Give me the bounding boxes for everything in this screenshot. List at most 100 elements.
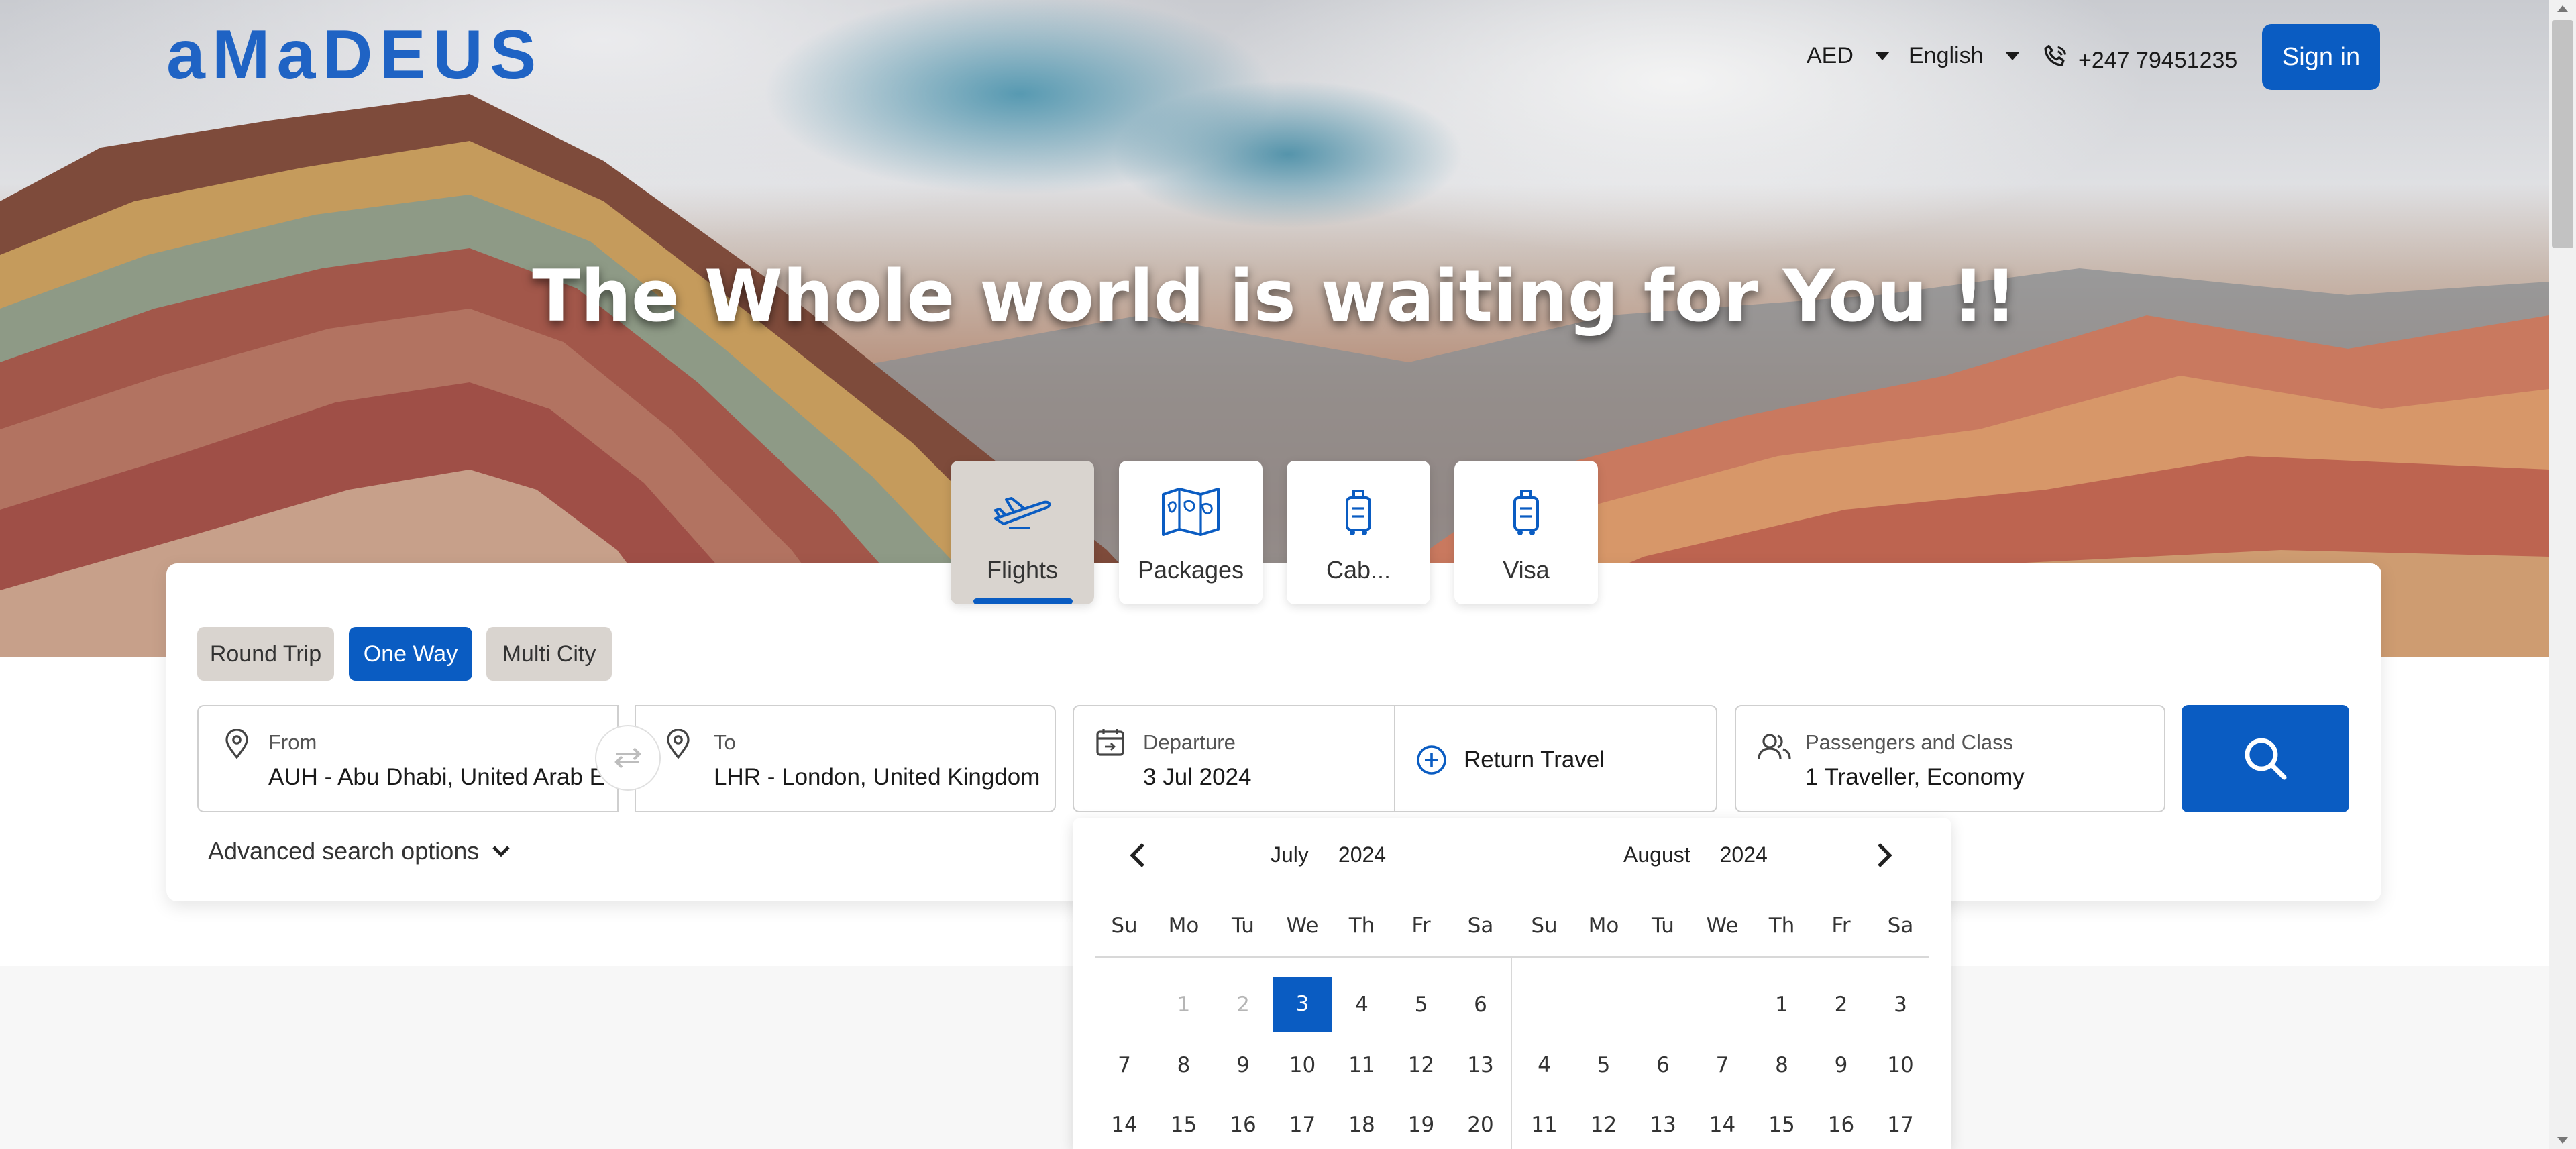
date-cell: 2	[1236, 993, 1250, 1017]
calendar-divider	[1095, 956, 1929, 958]
chevron-down-icon	[2004, 52, 2020, 60]
tab-flights[interactable]: Flights	[951, 461, 1094, 604]
date-cell[interactable]: 7	[1095, 1053, 1154, 1077]
date-cell[interactable]: 4	[1332, 993, 1391, 1017]
date-cell[interactable]: 14	[1095, 1113, 1154, 1137]
date-cell[interactable]: 12	[1574, 1113, 1633, 1137]
tab-visa[interactable]: Visa	[1454, 461, 1598, 604]
language-selector[interactable]: English	[1909, 43, 2020, 69]
date-cell[interactable]: 6	[1451, 993, 1510, 1017]
weekday-label: Th	[1348, 914, 1375, 938]
departure-label: Departure	[1143, 730, 1236, 754]
luggage-icon	[1343, 485, 1374, 539]
weekday-label: Fr	[1411, 914, 1431, 938]
weekday-label: Mo	[1588, 914, 1619, 938]
trip-multi-city[interactable]: Multi City	[486, 627, 612, 681]
selected-date-cell[interactable]: 3	[1273, 977, 1332, 1032]
chevron-down-icon	[492, 846, 510, 857]
date-cell[interactable]: 10	[1871, 1053, 1930, 1077]
date-cell[interactable]: 15	[1752, 1113, 1811, 1137]
date-cell[interactable]: 14	[1693, 1113, 1752, 1137]
date-cell[interactable]: 9	[1214, 1053, 1273, 1077]
date-cell[interactable]: 11	[1515, 1113, 1574, 1137]
date-cell[interactable]: 2	[1812, 993, 1871, 1017]
sign-in-button[interactable]: Sign in	[2262, 24, 2380, 90]
month-name[interactable]: August	[1623, 842, 1690, 867]
date-cell[interactable]: 3	[1871, 993, 1930, 1017]
date-cell[interactable]: 16	[1812, 1113, 1871, 1137]
search-button[interactable]	[2182, 705, 2349, 812]
return-travel-field[interactable]: Return Travel	[1394, 705, 1717, 812]
prev-month-button[interactable]	[1120, 838, 1154, 872]
trip-one-way[interactable]: One Way	[349, 627, 472, 681]
phone-contact[interactable]: +247 79451235	[2041, 43, 2237, 78]
month-year[interactable]: 2024	[1338, 842, 1386, 867]
language-value: English	[1909, 43, 1984, 68]
date-cell[interactable]: 12	[1392, 1053, 1451, 1077]
date-cell[interactable]: 9	[1812, 1053, 1871, 1077]
trip-round-trip[interactable]: Round Trip	[197, 627, 334, 681]
month-name[interactable]: July	[1271, 842, 1309, 867]
date-cell[interactable]: 17	[1871, 1113, 1930, 1137]
luggage-icon	[1511, 485, 1542, 539]
phone-number: +247 79451235	[2078, 48, 2238, 73]
map-icon	[1161, 485, 1221, 539]
date-cell[interactable]: 13	[1633, 1113, 1693, 1137]
tab-label: Packages	[1137, 556, 1244, 584]
scroll-down-icon	[2557, 1137, 2568, 1144]
calendar-icon	[1094, 726, 1126, 761]
date-cell[interactable]: 16	[1214, 1113, 1273, 1137]
passengers-value: 1 Traveller, Economy	[1805, 764, 2025, 790]
weekday-label: Sa	[1887, 914, 1914, 938]
date-cell[interactable]: 7	[1693, 1053, 1752, 1077]
users-icon	[1756, 732, 1792, 764]
date-cell[interactable]: 4	[1515, 1053, 1574, 1077]
passengers-field[interactable]: Passengers and Class 1 Traveller, Econom…	[1735, 705, 2165, 812]
date-cell[interactable]: 19	[1392, 1113, 1451, 1137]
date-cell[interactable]: 15	[1155, 1113, 1214, 1137]
swap-button[interactable]	[595, 725, 661, 791]
weekday-label: Tu	[1232, 914, 1254, 938]
date-cell[interactable]: 1	[1752, 993, 1811, 1017]
date-cell[interactable]: 20	[1451, 1113, 1510, 1137]
chevron-down-icon	[1874, 52, 1890, 60]
month-year[interactable]: 2024	[1720, 842, 1768, 867]
from-field[interactable]: From AUH - Abu Dhabi, United Arab E...	[197, 705, 619, 812]
month-header-july: July 2024	[1271, 842, 1386, 867]
weekday-label: We	[1706, 914, 1739, 938]
add-circle-icon	[1415, 744, 1448, 779]
amadeus-logo[interactable]: aMaDEUS	[166, 20, 543, 90]
date-cell[interactable]: 6	[1633, 1053, 1693, 1077]
weekday-label: Th	[1768, 914, 1795, 938]
date-picker: July 2024 August 2024 Su Mo Tu We Th Fr Sa 1 2 3 4…	[1073, 818, 1951, 1149]
to-label: To	[714, 730, 736, 754]
tab-cab[interactable]: Cab...	[1287, 461, 1430, 604]
from-value: AUH - Abu Dhabi, United Arab E...	[268, 764, 604, 790]
currency-value: AED	[1807, 43, 1854, 68]
weekday-label: Mo	[1168, 914, 1199, 938]
scrollbar-thumb[interactable]	[2552, 20, 2573, 248]
date-cell[interactable]: 10	[1273, 1053, 1332, 1077]
page-scrollbar[interactable]	[2549, 0, 2576, 1149]
to-field[interactable]: To LHR - London, United Kingdom	[635, 705, 1056, 812]
weekday-label: We	[1286, 914, 1319, 938]
advanced-search-toggle[interactable]: Advanced search options	[208, 837, 511, 865]
search-icon	[2245, 738, 2287, 780]
weekday-label: Tu	[1652, 914, 1674, 938]
date-cell[interactable]: 18	[1332, 1113, 1391, 1137]
date-cell[interactable]: 5	[1574, 1053, 1633, 1077]
from-label: From	[268, 730, 317, 754]
tab-packages[interactable]: Packages	[1119, 461, 1263, 604]
date-cell[interactable]: 5	[1392, 993, 1451, 1017]
location-pin-icon	[223, 728, 251, 763]
date-cell[interactable]: 8	[1752, 1053, 1811, 1077]
next-month-button[interactable]	[1868, 838, 1902, 872]
currency-selector[interactable]: AED	[1807, 43, 1890, 69]
date-cell[interactable]: 8	[1155, 1053, 1214, 1077]
date-cell[interactable]: 17	[1273, 1113, 1332, 1137]
date-cell[interactable]: 11	[1332, 1053, 1391, 1077]
calendar-month-separator	[1511, 958, 1512, 1149]
advanced-search-label: Advanced search options	[208, 837, 480, 865]
date-cell[interactable]: 13	[1451, 1053, 1510, 1077]
departure-field[interactable]: Departure 3 Jul 2024	[1073, 705, 1395, 812]
